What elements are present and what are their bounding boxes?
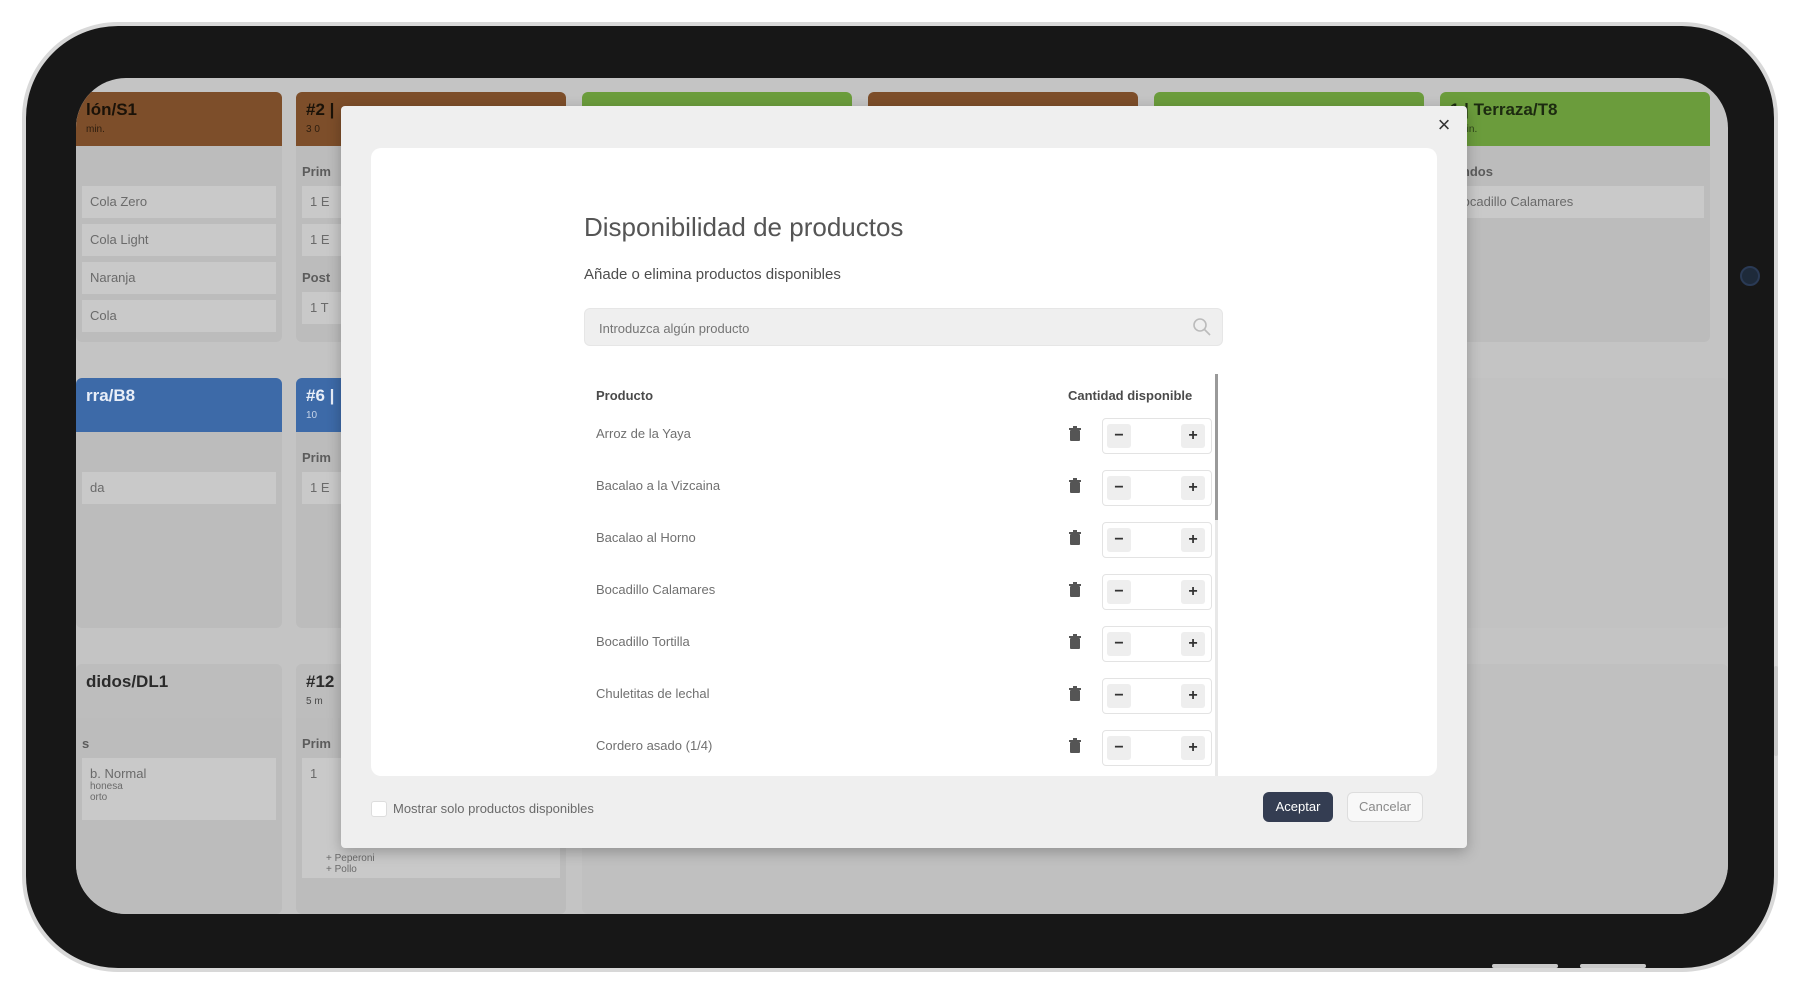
top-button xyxy=(1492,964,1558,968)
plus-icon[interactable]: + xyxy=(1181,736,1205,760)
order-card[interactable]: rra/B8 da xyxy=(76,378,282,628)
trash-icon[interactable] xyxy=(1068,582,1082,598)
quantity-stepper: − + xyxy=(1102,418,1212,454)
order-card[interactable]: didos/DL1 s b. Normal honesa orto xyxy=(76,664,282,914)
product-row: Arroz de la Yaya − + xyxy=(584,410,1212,462)
quantity-stepper: − + xyxy=(1102,678,1212,714)
product-row: Bacalao a la Vizcaina − + xyxy=(584,462,1212,514)
topping: + Peperoni xyxy=(326,853,375,864)
plus-icon[interactable]: + xyxy=(1181,580,1205,604)
quantity-input[interactable] xyxy=(1133,733,1185,763)
card-header: 1 | Terraza/T87 min. xyxy=(1440,92,1710,146)
order-card[interactable]: 1 | Terraza/T87 min. gundos Bocadillo Ca… xyxy=(1440,92,1710,342)
column-header-quantity: Cantidad disponible xyxy=(1068,388,1193,403)
search-input[interactable] xyxy=(585,309,1161,347)
quantity-input[interactable] xyxy=(1133,681,1185,711)
trash-icon[interactable] xyxy=(1068,426,1082,442)
minus-icon[interactable]: − xyxy=(1107,684,1131,708)
trash-icon[interactable] xyxy=(1068,530,1082,546)
order-card[interactable]: lón/S1 min. Cola Zero Cola Light Naranja … xyxy=(76,92,282,342)
section-label: Post xyxy=(302,270,331,285)
order-line: Cola xyxy=(82,300,276,332)
close-icon[interactable]: × xyxy=(1431,112,1457,138)
product-row: Bocadillo Calamares − + xyxy=(584,566,1212,618)
quantity-input[interactable] xyxy=(1133,421,1185,451)
order-line: b. Normal honesa orto xyxy=(82,758,276,820)
plus-icon[interactable]: + xyxy=(1181,424,1205,448)
minus-icon[interactable]: − xyxy=(1107,580,1131,604)
quantity-stepper: − + xyxy=(1102,522,1212,558)
scrollbar[interactable] xyxy=(1215,374,1218,776)
quantity-stepper: − + xyxy=(1102,730,1212,766)
quantity-input[interactable] xyxy=(1133,577,1185,607)
order-line: Cola Light xyxy=(82,224,276,256)
trash-icon[interactable] xyxy=(1068,634,1082,650)
product-name: Bocadillo Calamares xyxy=(596,582,716,597)
order-line-mod: orto xyxy=(90,792,108,803)
product-name: Bocadillo Tortilla xyxy=(596,634,690,649)
product-name: Chuletitas de lechal xyxy=(596,686,710,701)
quantity-stepper: − + xyxy=(1102,626,1212,662)
product-availability-modal: × Disponibilidad de productos Añade o el… xyxy=(341,106,1467,848)
minus-icon[interactable]: − xyxy=(1107,528,1131,552)
minus-icon[interactable]: − xyxy=(1107,632,1131,656)
section-label: s xyxy=(82,736,90,751)
product-name: Bacalao a la Vizcaina xyxy=(596,478,721,493)
plus-icon[interactable]: + xyxy=(1181,476,1205,500)
quantity-stepper: − + xyxy=(1102,574,1212,610)
accept-button[interactable]: Aceptar xyxy=(1263,792,1333,822)
top-button-2 xyxy=(1580,964,1646,968)
modal-subtitle: Añade o elimina productos disponibles xyxy=(584,266,841,283)
product-row: Cordero asado (1/4) − + xyxy=(584,722,1212,774)
cancel-button[interactable]: Cancelar xyxy=(1347,792,1423,822)
camera xyxy=(1740,266,1760,286)
order-line-text: b. Normal xyxy=(90,766,147,781)
column-header-product: Producto xyxy=(596,388,654,403)
minus-icon[interactable]: − xyxy=(1107,736,1131,760)
order-line: da xyxy=(82,472,276,504)
quantity-input[interactable] xyxy=(1133,473,1185,503)
order-line: Naranja xyxy=(82,262,276,294)
trash-icon[interactable] xyxy=(1068,738,1082,754)
order-line-mod: honesa xyxy=(90,781,123,792)
section-label: Prim xyxy=(302,450,331,465)
minus-icon[interactable]: − xyxy=(1107,424,1131,448)
search-icon[interactable] xyxy=(1192,317,1212,337)
card-header: rra/B8 xyxy=(76,378,282,432)
product-row: Bocadillo Tortilla − + xyxy=(584,618,1212,670)
product-name: Arroz de la Yaya xyxy=(596,426,691,441)
volume-button xyxy=(1774,666,1778,756)
plus-icon[interactable]: + xyxy=(1181,684,1205,708)
scrollbar-thumb[interactable] xyxy=(1215,374,1218,520)
trash-icon[interactable] xyxy=(1068,686,1082,702)
order-line: Cola Zero xyxy=(82,186,276,218)
order-line: Bocadillo Calamares xyxy=(1446,186,1704,218)
minus-icon[interactable]: − xyxy=(1107,476,1131,500)
plus-icon[interactable]: + xyxy=(1181,528,1205,552)
plus-icon[interactable]: + xyxy=(1181,632,1205,656)
search-box xyxy=(584,308,1223,347)
modal-title: Disponibilidad de productos xyxy=(584,212,904,242)
quantity-input[interactable] xyxy=(1133,629,1185,659)
quantity-stepper: − + xyxy=(1102,470,1212,506)
show-available-checkbox[interactable] xyxy=(371,801,387,817)
modal-body: Disponibilidad de productos Añade o elim… xyxy=(371,148,1437,776)
trash-icon[interactable] xyxy=(1068,478,1082,494)
topping: + Pollo xyxy=(326,864,357,875)
product-row: Chuletitas de lechal − + xyxy=(584,670,1212,722)
quantity-input[interactable] xyxy=(1133,525,1185,555)
card-header: lón/S1 min. xyxy=(76,92,282,146)
card-header: didos/DL1 xyxy=(76,664,282,718)
product-row: Bacalao al Horno − + xyxy=(584,514,1212,566)
product-name: Cordero asado (1/4) xyxy=(596,738,713,753)
show-available-label: Mostrar solo productos disponibles xyxy=(393,801,594,816)
section-label: Prim xyxy=(302,164,331,179)
product-name: Bacalao al Horno xyxy=(596,530,696,545)
section-label: Prim xyxy=(302,736,331,751)
